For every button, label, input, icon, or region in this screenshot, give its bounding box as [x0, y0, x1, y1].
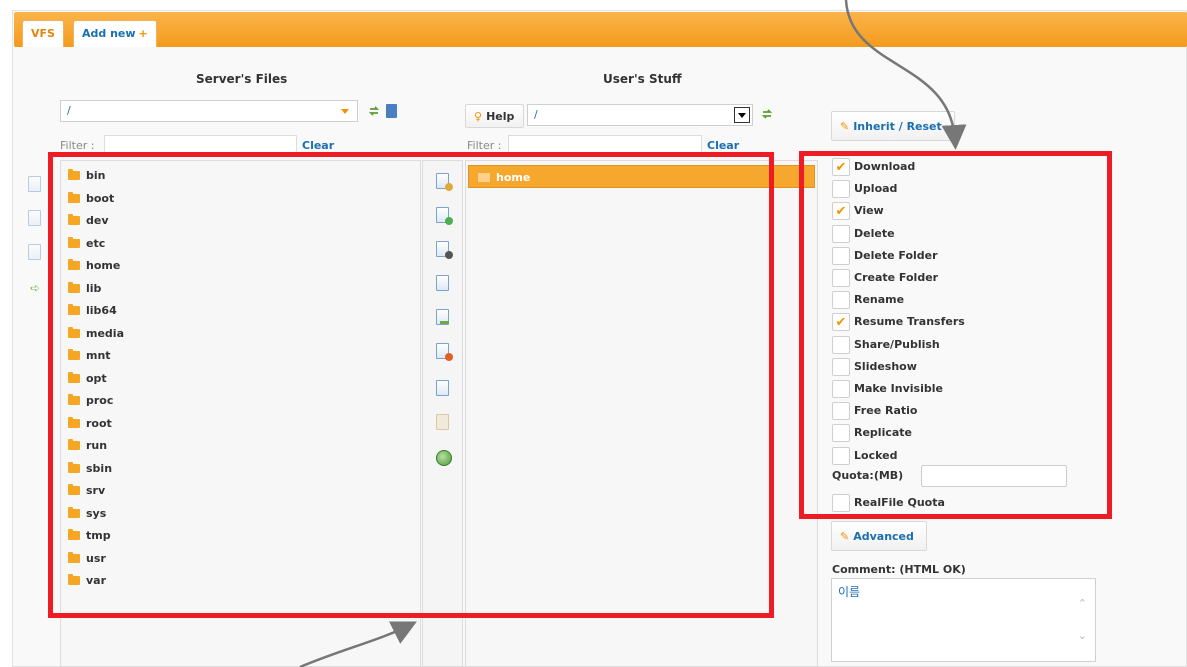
annotation-arrow-bottom — [299, 621, 417, 667]
annotation-arrows — [299, 0, 967, 667]
annotation-arrow-top — [844, 0, 967, 150]
